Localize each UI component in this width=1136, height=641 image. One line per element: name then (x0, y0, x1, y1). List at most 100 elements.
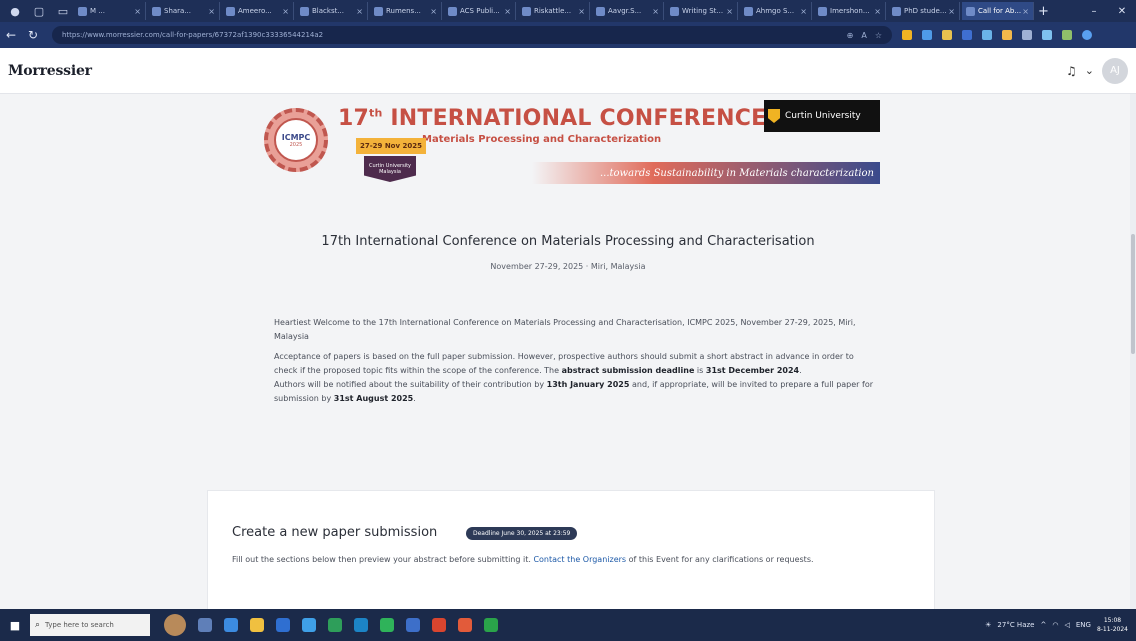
tab-label: Writing St... (682, 7, 724, 15)
browser-tab[interactable]: PhD stude... × (888, 2, 960, 20)
browser-tab[interactable]: Blackst... × (296, 2, 368, 20)
network-icon[interactable]: ◠ (1052, 621, 1058, 629)
workspaces-icon[interactable]: ▢ (30, 2, 48, 20)
banner-title-number: 17 (338, 106, 370, 131)
morressier-logo[interactable]: Morressier (8, 63, 92, 79)
tab-label: Riskattle... (534, 7, 572, 15)
excel-icon[interactable] (484, 618, 498, 632)
taskbar-search-placeholder: Type here to search (45, 621, 114, 629)
close-tab-icon[interactable]: × (726, 7, 733, 16)
submission-title: Create a new paper submission (232, 525, 438, 540)
browser-tab[interactable]: Shara... × (148, 2, 220, 20)
browser-tab[interactable]: Aavgr.S... × (592, 2, 664, 20)
close-tab-icon[interactable]: × (800, 7, 807, 16)
browser-tab[interactable]: ACS Publi... × (444, 2, 516, 20)
extension-icon[interactable] (902, 30, 912, 40)
university-name: Curtin University (785, 111, 861, 121)
close-tab-icon[interactable]: × (208, 7, 215, 16)
banner-tagline: ...towards Sustainability in Materials c… (532, 162, 880, 184)
refresh-icon[interactable]: ↻ (22, 28, 44, 42)
read-aloud-icon[interactable]: A (861, 31, 866, 40)
browser-tab[interactable]: Call for Ab... × (962, 2, 1034, 20)
windows-start-icon[interactable]: ■ (0, 619, 30, 632)
acrobat-icon[interactable] (432, 618, 446, 632)
banner-venue: Curtin University Malaysia (364, 156, 416, 182)
copilot-icon[interactable] (1082, 30, 1092, 40)
browser-profile-icon[interactable]: ● (6, 2, 24, 20)
edge-icon[interactable] (224, 618, 238, 632)
contact-organizers-link[interactable]: Contact the Organizers (533, 555, 626, 564)
task-view-icon[interactable] (198, 618, 212, 632)
close-tab-icon[interactable]: × (578, 7, 585, 16)
banner-title-suffix: th (369, 106, 383, 120)
clock-time: 15:08 (1103, 617, 1122, 624)
close-tab-icon[interactable]: × (282, 7, 289, 16)
store-icon[interactable] (302, 618, 316, 632)
address-bar[interactable]: https://www.morressier.com/call-for-pape… (52, 26, 892, 44)
browser-tab[interactable]: Ahmgo S... × (740, 2, 812, 20)
tab-label: Call for Ab... (978, 7, 1022, 15)
welcome-paragraph: Heartiest Welcome to the 17th Internatio… (274, 318, 856, 341)
outlook-icon[interactable] (406, 618, 420, 632)
close-tab-icon[interactable]: × (356, 7, 363, 16)
favicon-icon (374, 6, 383, 16)
minimize-icon[interactable]: – (1080, 6, 1108, 17)
browser-tab[interactable]: Imershon... × (814, 2, 886, 20)
volume-icon[interactable]: ◁ (1064, 621, 1069, 629)
close-tab-icon[interactable]: × (948, 7, 955, 16)
bell-icon[interactable]: ♫ (1066, 64, 1077, 78)
weather-icon[interactable]: ☀ (985, 621, 991, 629)
file-explorer-icon[interactable] (250, 618, 264, 632)
chevron-down-icon[interactable]: ⌄ (1085, 64, 1094, 77)
close-tab-icon[interactable]: × (430, 7, 437, 16)
weather-text[interactable]: 27°C Haze (997, 621, 1034, 629)
close-tab-icon[interactable]: × (1022, 7, 1029, 16)
scrollbar-thumb[interactable] (1131, 234, 1135, 354)
favorite-star-icon[interactable]: ☆ (875, 31, 882, 40)
extension-icon[interactable] (942, 30, 952, 40)
icmpc-gear-logo: ICMPC 2025 (264, 108, 328, 172)
word-icon[interactable] (276, 618, 290, 632)
gear-logo-year: 2025 (289, 141, 303, 148)
zoom-icon[interactable]: ⊕ (847, 31, 854, 40)
page-content: ICMPC 2025 17th INTERNATIONAL CONFERENCE… (0, 94, 1136, 609)
avatar[interactable]: AJ (1102, 57, 1128, 84)
telegram-icon[interactable] (354, 618, 368, 632)
whatsapp-icon[interactable] (380, 618, 394, 632)
tab-actions-icon[interactable]: ▭ (54, 2, 72, 20)
close-tab-icon[interactable]: × (504, 7, 511, 16)
site-header: Morressier ♫ ⌄ AJ (0, 48, 1136, 94)
tray-chevron-icon[interactable]: ^ (1040, 621, 1046, 629)
close-window-icon[interactable]: ✕ (1108, 6, 1136, 17)
browser-tab[interactable]: Rumens... × (370, 2, 442, 20)
taskbar-clock[interactable]: 15:08 8-11-2024 (1097, 616, 1128, 634)
browser-tab[interactable]: Riskattle... × (518, 2, 590, 20)
close-tab-icon[interactable]: × (134, 7, 141, 16)
firefox-icon[interactable] (458, 618, 472, 632)
favicon-icon (670, 6, 679, 16)
taskbar-search-input[interactable]: ⌕ Type here to search (30, 614, 150, 636)
extension-icon[interactable] (1022, 30, 1032, 40)
extension-icon[interactable] (922, 30, 932, 40)
close-tab-icon[interactable]: × (652, 7, 659, 16)
browser-tab[interactable]: Writing St... × (666, 2, 738, 20)
intro-text: Heartiest Welcome to the 17th Internatio… (274, 316, 874, 412)
extension-icon[interactable] (982, 30, 992, 40)
chrome-icon[interactable] (328, 618, 342, 632)
favicon-icon (78, 6, 87, 16)
close-tab-icon[interactable]: × (874, 7, 881, 16)
extension-icon[interactable] (1062, 30, 1072, 40)
extension-icon[interactable] (1042, 30, 1052, 40)
banner-title-rest: INTERNATIONAL CONFERENCE ON (382, 106, 812, 131)
language-indicator[interactable]: ENG (1076, 621, 1091, 629)
browser-tab[interactable]: M ... × (74, 2, 146, 20)
news-widget-icon[interactable] (164, 614, 186, 636)
extension-icon[interactable] (1002, 30, 1012, 40)
extension-icon[interactable] (962, 30, 972, 40)
favicon-icon (448, 6, 457, 16)
back-icon[interactable]: ← (0, 28, 22, 42)
new-tab-button[interactable]: + (1038, 4, 1056, 19)
page-scrollbar[interactable] (1130, 94, 1136, 609)
url-text: https://www.morressier.com/call-for-pape… (62, 31, 324, 39)
browser-tab[interactable]: Ameero... × (222, 2, 294, 20)
